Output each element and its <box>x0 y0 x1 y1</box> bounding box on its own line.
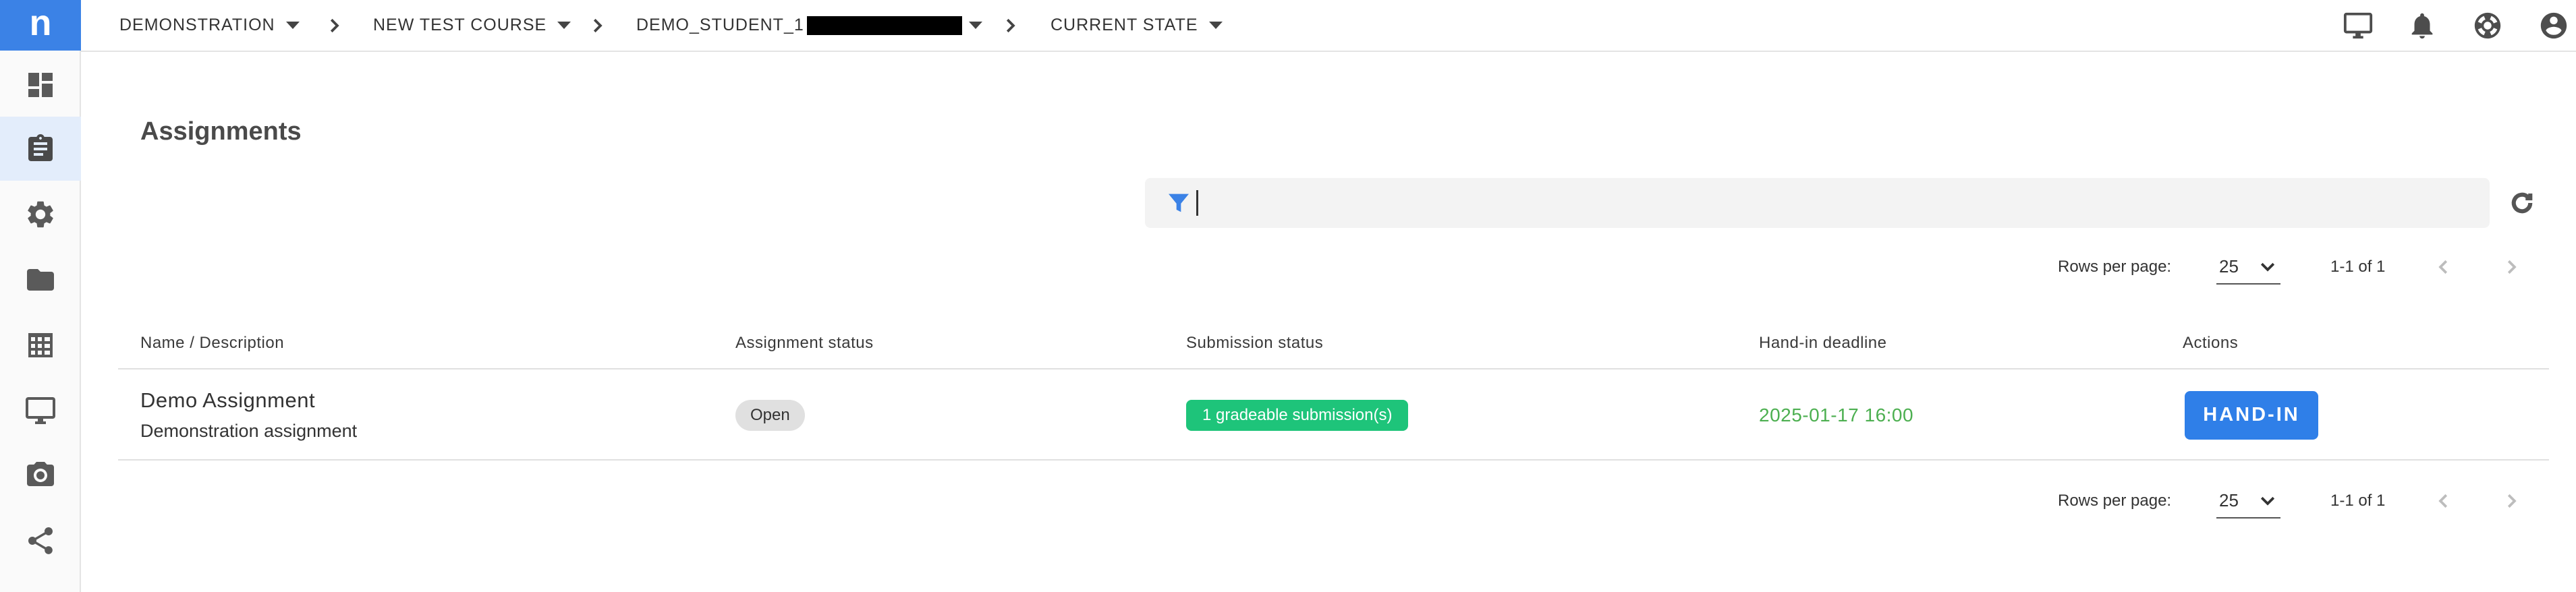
search-input[interactable] <box>1206 178 2474 228</box>
chevron-right-icon <box>2507 494 2517 508</box>
breadcrumb-label: DEMO_STUDENT_1 <box>636 16 804 34</box>
share-icon <box>28 527 53 554</box>
hand-in-deadline: 2025-01-17 16:00 <box>1759 404 1914 425</box>
name-cell: Demo Assignment Demonstration assignment <box>140 369 357 461</box>
rows-per-page-value: 25 <box>2219 256 2239 276</box>
chevron-down-icon <box>2260 262 2275 272</box>
filter-search-bar[interactable] <box>1145 178 2490 228</box>
submission-status-cell: 1 gradeable submission(s) <box>1186 369 1409 461</box>
chevron-right-icon <box>1006 18 1015 32</box>
monitor-icon <box>26 396 55 424</box>
refresh-icon <box>2511 192 2533 214</box>
submission-status-chip: 1 gradeable submission(s) <box>1186 399 1409 431</box>
caret-down-icon <box>557 22 571 29</box>
rows-per-page-select[interactable]: 25 <box>2216 483 2280 519</box>
app-logo[interactable]: n <box>0 0 81 51</box>
chevron-right-icon <box>330 18 339 32</box>
chevron-right-icon <box>2507 260 2517 274</box>
redaction-bar <box>806 16 962 35</box>
breadcrumb-separator <box>587 0 607 51</box>
breadcrumb-item-course[interactable]: NEW TEST COURSE <box>373 0 571 51</box>
column-header-deadline[interactable]: Hand-in deadline <box>1759 317 1886 369</box>
chevron-left-icon <box>2438 260 2448 274</box>
column-header-name[interactable]: Name / Description <box>140 317 284 369</box>
assignments-table: Name / Description Assignment status Sub… <box>118 317 2549 461</box>
assignment-status-chip: Open <box>735 399 805 431</box>
pagination-range: 1-1 of 1 <box>2330 492 2386 510</box>
breadcrumb-label: CURRENT STATE <box>1051 16 1198 34</box>
chevron-left-icon <box>2438 494 2448 508</box>
breadcrumb-separator <box>324 0 344 51</box>
sidebar-item-table[interactable] <box>0 313 81 377</box>
account-icon <box>2540 12 2567 38</box>
deadline-cell: 2025-01-17 16:00 <box>1759 369 1913 461</box>
caret-down-icon <box>285 22 300 29</box>
column-header-assignment-status[interactable]: Assignment status <box>735 317 874 369</box>
caret-down-icon <box>1208 22 1223 29</box>
caret-down-icon <box>968 22 982 29</box>
account-button[interactable] <box>2533 0 2574 51</box>
rows-per-page-value: 25 <box>2219 490 2239 510</box>
assignment-clipboard-icon <box>28 134 53 161</box>
refresh-button[interactable] <box>2505 186 2539 220</box>
topbar: DEMONSTRATION NEW TEST COURSE DEMO_STUDE… <box>81 0 2576 52</box>
text-cursor <box>1196 190 1198 216</box>
chevron-right-icon <box>593 18 603 32</box>
column-header-submission-status[interactable]: Submission status <box>1186 317 1323 369</box>
breadcrumb-separator <box>1000 0 1020 51</box>
sidebar-item-screen[interactable] <box>0 378 81 442</box>
assignment-status-cell: Open <box>735 369 805 461</box>
breadcrumb-item-course-group[interactable]: DEMONSTRATION <box>119 0 300 51</box>
column-header-actions: Actions <box>2183 334 2239 352</box>
help-button[interactable] <box>2467 0 2508 51</box>
sidebar-item-dashboard[interactable] <box>0 53 81 117</box>
sidebar-item-settings[interactable] <box>0 182 81 246</box>
sidebar-item-assignments[interactable] <box>0 117 81 181</box>
gear-icon <box>28 201 53 227</box>
page-title: Assignments <box>140 117 302 146</box>
breadcrumb-label: NEW TEST COURSE <box>373 16 547 34</box>
assignment-description: Demonstration assignment <box>140 421 358 441</box>
breadcrumb-item-student[interactable]: DEMO_STUDENT_1 <box>636 0 982 51</box>
table-header-row: Name / Description Assignment status Sub… <box>118 317 2549 369</box>
rows-per-page-select[interactable]: 25 <box>2216 249 2280 285</box>
rows-per-page-label: Rows per page: <box>2058 258 2172 276</box>
table-row[interactable]: Demo Assignment Demonstration assignment… <box>118 369 2549 461</box>
next-page-button[interactable] <box>2494 484 2528 518</box>
chevron-down-icon <box>2260 496 2275 506</box>
pagination-range: 1-1 of 1 <box>2330 258 2386 276</box>
logo-letter: n <box>29 2 52 43</box>
pagination-bottom: Rows per page: 25 1-1 of 1 <box>0 481 2576 521</box>
assignment-name: Demo Assignment <box>140 388 316 412</box>
breadcrumb-label: DEMONSTRATION <box>119 16 275 34</box>
screen-view-button[interactable] <box>2338 0 2378 51</box>
dashboard-icon <box>28 72 53 97</box>
monitor-icon <box>2343 12 2373 38</box>
breadcrumb-item-state[interactable]: CURRENT STATE <box>1051 0 1223 51</box>
previous-page-button[interactable] <box>2427 484 2461 518</box>
help-lifebuoy-icon <box>2474 12 2501 38</box>
grid-table-icon <box>28 332 53 357</box>
actions-cell: HAND-IN <box>2185 369 2318 461</box>
rows-per-page-label: Rows per page: <box>2058 492 2172 510</box>
filter-icon <box>1165 189 1192 216</box>
previous-page-button[interactable] <box>2427 250 2461 284</box>
notifications-button[interactable] <box>2402 0 2442 51</box>
hand-in-button[interactable]: HAND-IN <box>2185 390 2318 440</box>
bell-icon <box>2411 13 2433 38</box>
pagination-top: Rows per page: 25 1-1 of 1 <box>0 247 2576 287</box>
next-page-button[interactable] <box>2494 250 2528 284</box>
